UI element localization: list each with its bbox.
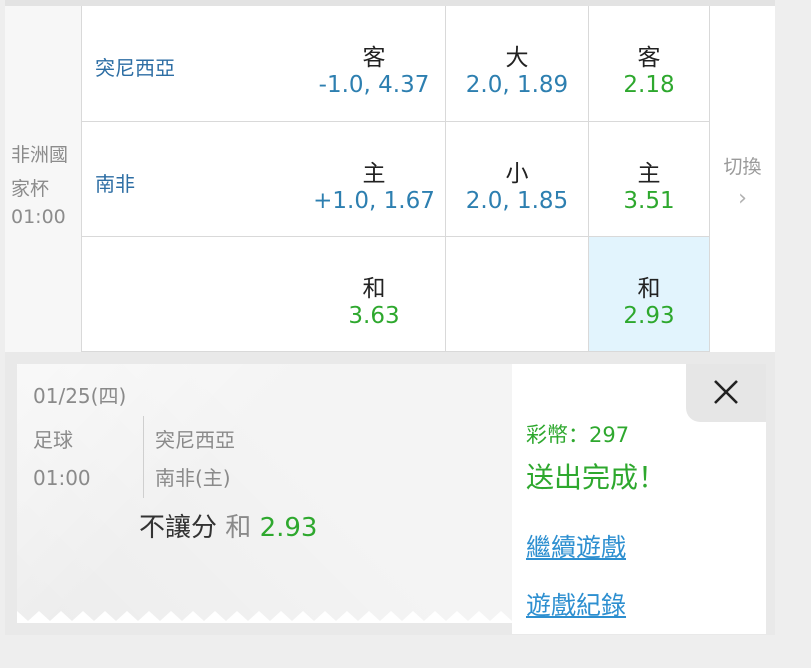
odds-moneyline-draw-selected[interactable]: 和 2.93	[589, 237, 710, 352]
continue-game-link[interactable]: 繼續遊戲	[526, 528, 626, 564]
bet-slip-panel: 01/25(四) 足球 01:00 突尼西亞 南非(主) 不讓分 和 2.93	[5, 352, 775, 635]
odds-under[interactable]: 小 2.0, 1.85	[446, 122, 589, 237]
ticket-time: 01:00	[33, 466, 91, 490]
switch-toggle[interactable]: 切換 ›	[710, 6, 775, 352]
team-cell-away: 突尼西亞	[82, 6, 304, 122]
odds-table: 非洲國家杯 01:00 突尼西亞 客 -1.0, 4.37 大 2.0, 1.8…	[5, 0, 775, 352]
bet-ticket: 01/25(四) 足球 01:00 突尼西亞 南非(主) 不讓分 和 2.93	[17, 364, 512, 623]
team-cell-draw	[82, 237, 304, 352]
odds-label: 主	[362, 161, 386, 187]
odds-moneyline-home[interactable]: 主 3.51	[589, 122, 710, 237]
odds-value: 2.93	[623, 303, 675, 329]
odds-handicap-home[interactable]: 主 +1.0, 1.67	[303, 122, 446, 237]
chevron-right-icon: ›	[738, 186, 747, 211]
ticket-bet-line: 不讓分 和 2.93	[139, 507, 317, 544]
odds-label: 客	[362, 45, 386, 71]
league-name: 非洲國家杯	[11, 144, 69, 200]
bet-selection: 和	[225, 513, 252, 543]
switch-label: 切換	[723, 156, 762, 178]
odds-draw[interactable]: 和 3.63	[303, 237, 446, 352]
ticket-sport: 足球	[33, 428, 73, 452]
ticket-date: 01/25(四)	[33, 384, 127, 408]
odds-label: 主	[637, 161, 661, 187]
odds-moneyline-away[interactable]: 客 2.18	[589, 6, 710, 122]
close-icon	[714, 380, 738, 404]
odds-value: +1.0, 1.67	[313, 188, 435, 214]
odds-label: 和	[362, 276, 386, 302]
ticket-team-home: 南非(主)	[155, 466, 231, 490]
bet-type: 不讓分	[139, 513, 218, 543]
odds-empty	[446, 237, 589, 352]
ticket-divider	[143, 416, 144, 498]
game-history-link[interactable]: 遊戲紀錄	[526, 586, 626, 622]
odds-value: 3.51	[623, 188, 675, 214]
odds-value: -1.0, 4.37	[318, 72, 430, 98]
odds-over[interactable]: 大 2.0, 1.89	[446, 6, 589, 122]
bet-odds: 2.93	[259, 513, 318, 543]
odds-label: 客	[637, 45, 661, 71]
odds-label: 小	[505, 161, 529, 187]
page: 非洲國家杯 01:00 突尼西亞 客 -1.0, 4.37 大 2.0, 1.8…	[0, 0, 811, 668]
ticket-team-away: 突尼西亞	[155, 428, 235, 452]
team-name: 突尼西亞	[95, 56, 175, 80]
odds-value: 2.0, 1.89	[465, 72, 569, 98]
odds-value: 3.63	[348, 303, 400, 329]
odds-value: 2.0, 1.85	[465, 188, 569, 214]
match-time: 01:00	[11, 206, 66, 228]
odds-label: 大	[505, 45, 529, 71]
result-panel: 彩幣：297 送出完成！ 繼續遊戲 遊戲紀錄	[512, 364, 766, 634]
team-cell-home: 南非	[82, 122, 304, 237]
coin-balance: 彩幣：297	[526, 423, 630, 447]
submit-success-message: 送出完成！	[526, 461, 667, 494]
odds-value: 2.18	[623, 72, 675, 98]
odds-handicap-away[interactable]: 客 -1.0, 4.37	[303, 6, 446, 122]
ticket-zigzag-edge	[17, 611, 512, 623]
odds-label: 和	[637, 276, 661, 302]
close-button[interactable]	[686, 364, 766, 422]
league-column: 非洲國家杯 01:00	[5, 6, 82, 352]
team-name: 南非	[95, 172, 135, 196]
